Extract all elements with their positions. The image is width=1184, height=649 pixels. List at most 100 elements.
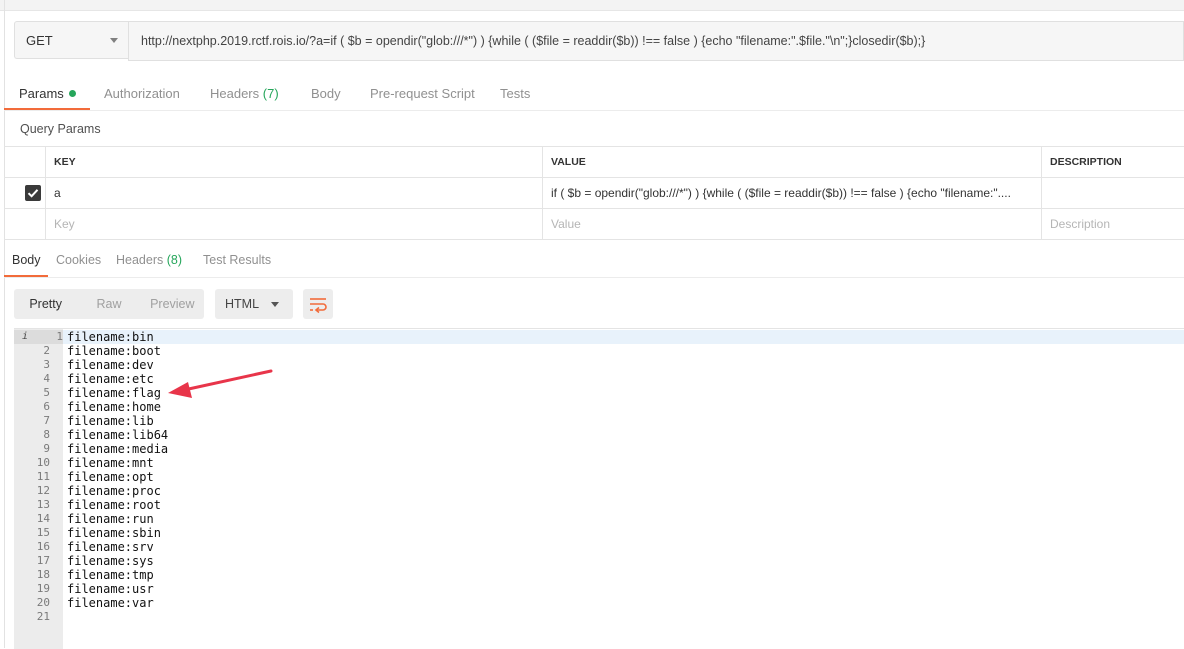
- active-response-tab-underline: [4, 275, 48, 277]
- line-number: 18: [36, 568, 50, 581]
- code-line: 4 filename:etc: [14, 372, 1184, 386]
- param-new-row: Key Value Description: [4, 209, 1184, 240]
- response-body-editor[interactable]: 1 i filename:bin 2 filename:boot 3 filename:de…: [14, 328, 1184, 649]
- line-number: 21: [36, 610, 50, 623]
- code-line-text: filename:usr: [67, 582, 154, 596]
- chevron-down-icon: [110, 37, 118, 43]
- tab-response-body[interactable]: Body: [4, 246, 48, 277]
- code-line-text: filename:tmp: [67, 568, 154, 582]
- code-line-text: filename:srv: [67, 540, 154, 554]
- param-key-field[interactable]: a: [45, 178, 542, 208]
- line-number: 17: [36, 554, 50, 567]
- new-value-field[interactable]: Value: [542, 209, 1041, 239]
- view-mode-toggle: Pretty Raw Preview: [14, 289, 204, 319]
- code-line: 13 filename:root: [14, 498, 1184, 512]
- code-line: 6 filename:home: [14, 400, 1184, 414]
- code-line-text: filename:home: [67, 400, 161, 414]
- code-line: 20 filename:var: [14, 596, 1184, 610]
- param-checkbox-cell: [4, 178, 45, 208]
- code-line: 14 filename:run: [14, 512, 1184, 526]
- tab-body[interactable]: Body: [311, 80, 341, 109]
- tab-response-body-label: Body: [12, 253, 41, 267]
- info-icon: i: [22, 331, 29, 342]
- response-tabs: Body Cookies Headers (8) Test Results: [4, 246, 1184, 278]
- code-line: 15 filename:sbin: [14, 526, 1184, 540]
- code-line-text: filename:lib64: [67, 428, 169, 442]
- code-line: 5 filename:flag: [14, 386, 1184, 400]
- line-number: 9: [43, 442, 50, 455]
- line-number: 7: [43, 414, 50, 427]
- code-line-text: filename:mnt: [67, 456, 154, 470]
- code-line: 8 filename:lib64: [14, 428, 1184, 442]
- tab-authorization[interactable]: Authorization: [104, 80, 180, 109]
- code-line: 9 filename:media: [14, 442, 1184, 456]
- tab-response-headers[interactable]: Headers (8): [116, 246, 182, 276]
- code-line: 12 filename:proc: [14, 484, 1184, 498]
- code-line: 21: [14, 610, 1184, 624]
- tab-response-headers-label: Headers: [116, 253, 164, 267]
- checkbox-column-header: [4, 147, 45, 177]
- tab-response-headers-count: (8): [166, 253, 183, 267]
- code-line-text: filename:sys: [67, 554, 154, 568]
- code-line-text: filename:proc: [67, 484, 161, 498]
- param-description-field[interactable]: [1041, 178, 1184, 208]
- code-line-text: filename:flag: [67, 386, 161, 400]
- code-line: 7 filename:lib: [14, 414, 1184, 428]
- params-active-dot-icon: [68, 90, 76, 97]
- code-line-text: filename:var: [67, 596, 154, 610]
- url-input[interactable]: http://nextphp.2019.rctf.rois.io/?a=if (…: [128, 21, 1184, 61]
- line-number: 12: [36, 484, 50, 497]
- code-line: 16 filename:srv: [14, 540, 1184, 554]
- format-dropdown[interactable]: HTML: [215, 289, 293, 319]
- url-bar: GET http://nextphp.2019.rctf.rois.io/?a=…: [14, 21, 1184, 61]
- params-header-row: KEY VALUE DESCRIPTION: [4, 146, 1184, 178]
- line-number: 10: [36, 456, 50, 469]
- wrap-lines-button[interactable]: [303, 289, 333, 319]
- method-label: GET: [26, 32, 53, 48]
- checkmark-icon: [27, 189, 39, 198]
- tab-cookies[interactable]: Cookies: [56, 246, 101, 276]
- line-number: 16: [36, 540, 50, 553]
- format-label: HTML: [225, 297, 260, 311]
- code-line: 19 filename:usr: [14, 582, 1184, 596]
- param-value-field[interactable]: if ( $b = opendir("glob:///*") ) {while …: [542, 178, 1041, 208]
- tab-test-results[interactable]: Test Results: [203, 246, 271, 276]
- line-number: 15: [36, 526, 50, 539]
- param-enabled-checkbox[interactable]: [25, 185, 41, 201]
- code-line: 17 filename:sys: [14, 554, 1184, 568]
- code-line: 18 filename:tmp: [14, 568, 1184, 582]
- top-strip: [0, 0, 1184, 11]
- code-line-text: filename:lib: [67, 414, 154, 428]
- wrap-lines-icon: [310, 298, 327, 314]
- new-key-field[interactable]: Key: [45, 209, 542, 239]
- tab-tests[interactable]: Tests: [500, 80, 530, 109]
- code-line-text: filename:root: [67, 498, 161, 512]
- code-line: 10 filename:mnt: [14, 456, 1184, 470]
- line-number: 19: [36, 582, 50, 595]
- preview-button[interactable]: Preview: [141, 289, 204, 319]
- raw-button[interactable]: Raw: [77, 289, 140, 319]
- code-line: 11 filename:opt: [14, 470, 1184, 484]
- tab-prerequest-script[interactable]: Pre-request Script: [370, 80, 475, 109]
- code-line-text: filename:dev: [67, 358, 154, 372]
- tab-params[interactable]: Params: [4, 80, 90, 110]
- line-number: 20: [36, 596, 50, 609]
- line-number: 6: [43, 400, 50, 413]
- code-line: 1 i filename:bin: [14, 330, 1184, 344]
- line-number: 14: [36, 512, 50, 525]
- chevron-down-icon: [271, 301, 279, 307]
- tab-headers-count: (7): [262, 86, 279, 101]
- code-line-text: filename:boot: [67, 344, 161, 358]
- tab-headers-label: Headers: [210, 86, 260, 101]
- request-tabs: Params Authorization Headers (7) Body Pr…: [4, 80, 1184, 111]
- pretty-button[interactable]: Pretty: [14, 289, 77, 319]
- query-params-title: Query Params: [20, 122, 101, 136]
- tab-headers[interactable]: Headers (7): [210, 80, 279, 109]
- line-number: 5: [43, 386, 50, 399]
- new-description-field[interactable]: Description: [1041, 209, 1184, 239]
- tab-params-label: Params: [19, 86, 64, 101]
- method-dropdown[interactable]: GET: [14, 21, 128, 59]
- code-line-text: filename:media: [67, 442, 169, 456]
- line-number: 2: [43, 344, 50, 357]
- line-number: 4: [43, 372, 50, 385]
